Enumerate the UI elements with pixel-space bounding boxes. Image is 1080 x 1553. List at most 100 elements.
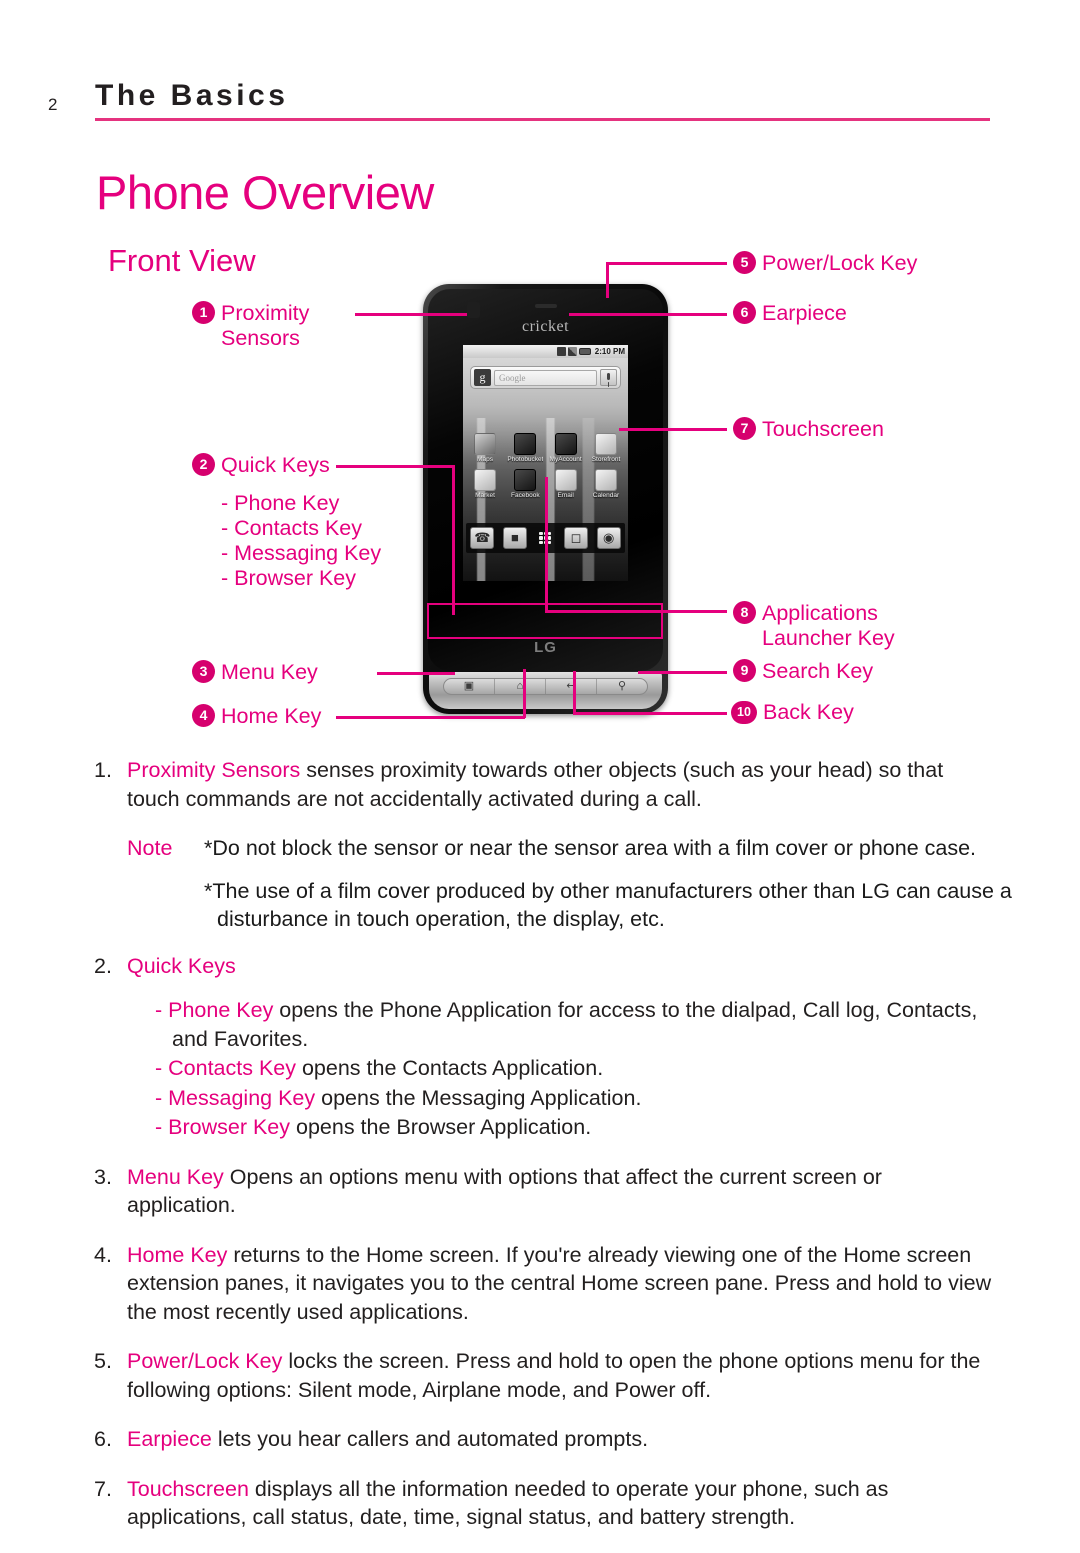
google-logo-icon: g	[474, 369, 491, 386]
quick-keys-highlight-box	[427, 603, 663, 639]
callout-sub-browser-key: - Browser Key	[221, 565, 357, 590]
callout-label: Search Key	[762, 658, 874, 683]
leader-line-searchkey	[638, 671, 727, 674]
callout-quick-keys: 2 Quick Keys - Phone Key - Contacts Key -…	[192, 452, 381, 591]
microphone-icon[interactable]	[600, 369, 617, 386]
calendar-icon	[594, 469, 617, 491]
callout-label: Earpiece	[762, 300, 847, 325]
email-icon	[554, 469, 577, 491]
leader-line-backkey-v	[573, 671, 576, 714]
term-earpiece: Earpiece	[127, 1427, 212, 1451]
list-item-1: 1. Proximity Sensors senses proximity to…	[0, 756, 1080, 813]
item-number: 5.	[94, 1349, 112, 1373]
browser-key[interactable]: ◉	[596, 527, 621, 549]
sub-item-body: opens the Contacts Application.	[296, 1056, 604, 1080]
callout-back-key: 10 Back Key	[731, 699, 854, 725]
google-search-widget[interactable]: g Google	[470, 366, 621, 389]
leader-line-proximity	[355, 313, 467, 316]
callout-earpiece: 6 Earpiece	[733, 300, 847, 326]
leader-line-quickkeys-drop	[452, 465, 455, 615]
leader-line-homekey-2	[462, 716, 525, 719]
leader-line-backkey-h	[573, 712, 727, 715]
item-text: Menu Key Opens an options menu with opti…	[127, 1163, 995, 1220]
app-label: Email	[557, 492, 574, 499]
term-touchscreen: Touchscreen	[127, 1476, 249, 1501]
item-body: lets you hear callers and automated prom…	[211, 1427, 649, 1451]
term-home-key: Home Key	[127, 1242, 228, 1267]
phone-chin: ▣ ⌂ ↩ ⚲	[429, 672, 662, 709]
earpiece	[534, 304, 557, 308]
callout-label: Touchscreen	[762, 416, 884, 441]
chapter-title: The Basics	[95, 79, 289, 112]
header-divider	[95, 118, 990, 121]
term-proximity-sensors: Proximity Sensors	[127, 758, 301, 782]
sub-item-messaging-key: - Messaging Key opens the Messaging Appl…	[155, 1084, 995, 1113]
item-text: Home Key returns to the Home screen. If …	[127, 1241, 995, 1327]
photobucket-icon	[514, 433, 537, 455]
app-icon-storefront[interactable]: Storefront	[588, 433, 624, 464]
contacts-key[interactable]: ■	[502, 527, 527, 549]
app-label: MyAccount	[549, 456, 582, 463]
search-key[interactable]: ⚲	[597, 679, 647, 694]
sub-item-browser-key: - Browser Key opens the Browser Applicat…	[155, 1113, 995, 1142]
callout-label-line2: Launcher Key	[762, 625, 895, 650]
status-bar: 2:10 PM	[463, 345, 628, 358]
callout-badge-3: 3	[192, 660, 215, 683]
item-number: 6.	[94, 1427, 112, 1451]
sub-item-body: opens the Phone Application for access t…	[172, 998, 978, 1051]
term-contacts-key: - Contacts Key	[155, 1056, 296, 1080]
callout-applications-launcher-key: 8 Applications Launcher Key	[733, 600, 895, 651]
app-icon-myaccount[interactable]: MyAccount	[548, 433, 584, 464]
app-icon-email[interactable]: Email	[548, 469, 584, 500]
sync-icon	[556, 347, 566, 356]
list-item-6: 6. Earpiece lets you hear callers and au…	[0, 1425, 1080, 1454]
app-icon-photobucket[interactable]: Photobucket	[507, 433, 543, 464]
page-title: Phone Overview	[96, 166, 434, 219]
back-key[interactable]: ↩	[546, 679, 597, 694]
search-input[interactable]: Google	[494, 369, 597, 386]
callout-menu-key: 3 Menu Key	[192, 659, 318, 685]
app-icon-row-1: Maps Photobucket MyAccount Storefront	[467, 433, 624, 464]
note-text-2: *The use of a film cover produced by oth…	[204, 878, 1012, 932]
app-label: Calendar	[592, 492, 620, 499]
facebook-icon	[514, 469, 537, 491]
maps-icon	[474, 433, 496, 455]
app-icon-market[interactable]: Market	[467, 469, 503, 500]
item-number: 7.	[94, 1476, 112, 1501]
callout-badge-5: 5	[733, 251, 756, 274]
item-text: Quick Keys	[127, 952, 995, 981]
callout-badge-2: 2	[192, 453, 215, 476]
term-quick-keys: Quick Keys	[127, 953, 236, 978]
app-icon-calendar[interactable]: Calendar	[588, 469, 624, 500]
term-messaging-key: - Messaging Key	[155, 1085, 316, 1110]
note-text-1: *Do not block the sensor or near the sen…	[204, 836, 977, 860]
callout-label: Power/Lock Key	[762, 250, 918, 275]
cricket-logo: cricket	[521, 318, 570, 335]
page-number: 2	[48, 95, 58, 114]
signal-bars-icon	[567, 347, 577, 356]
page-header: 2 The Basics	[0, 0, 1080, 130]
app-label: Market	[475, 492, 495, 499]
home-key[interactable]: ⌂	[495, 679, 546, 694]
app-label: Storefront	[591, 456, 621, 463]
callout-search-key: 9 Search Key	[733, 658, 873, 684]
sub-item-body: opens the Messaging Application.	[315, 1085, 642, 1110]
callout-proximity-sensors: 1 Proximity Sensors	[192, 300, 309, 351]
item-number: 2.	[94, 953, 112, 978]
sub-item-contacts-key: - Contacts Key opens the Contacts Applic…	[155, 1054, 995, 1083]
body-text: 1. Proximity Sensors senses proximity to…	[0, 756, 1080, 1553]
app-icon-facebook[interactable]: Facebook	[507, 469, 543, 500]
messaging-key[interactable]: ◻	[564, 527, 589, 549]
app-icon-maps[interactable]: Maps	[467, 433, 503, 464]
app-label: Photobucket	[507, 456, 544, 463]
phone-key[interactable]: ☎	[470, 527, 495, 549]
term-browser-key: - Browser Key	[155, 1115, 291, 1139]
leader-line-touchscreen	[619, 428, 727, 431]
list-item-7: 7. Touchscreen displays all the informat…	[0, 1475, 1080, 1532]
sub-item-body: opens the Browser Application.	[290, 1115, 592, 1139]
hardware-key-strip: ▣ ⌂ ↩ ⚲	[443, 678, 648, 695]
item-body: Opens an options menu with options that …	[127, 1164, 882, 1218]
menu-key[interactable]: ▣	[444, 679, 495, 694]
callout-badge-9: 9	[733, 659, 756, 682]
term-phone-key: - Phone Key	[155, 998, 274, 1022]
